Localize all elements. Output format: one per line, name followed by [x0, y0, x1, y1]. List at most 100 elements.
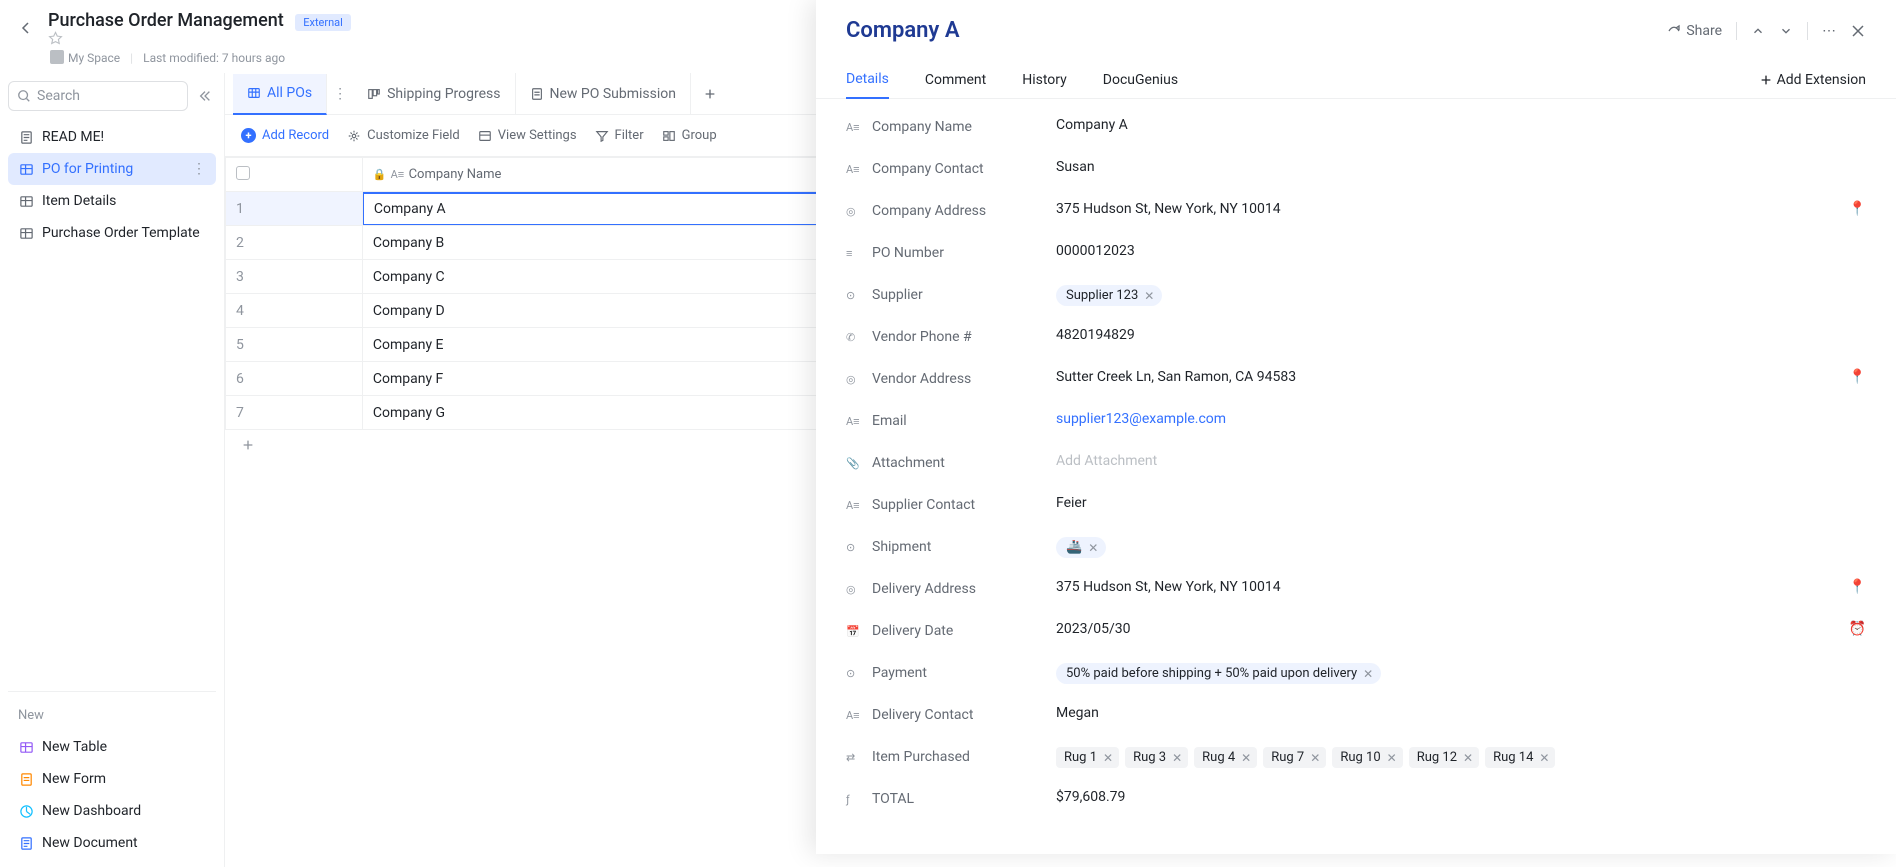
row-number[interactable]: 6: [226, 362, 363, 396]
row-number[interactable]: 4: [226, 294, 363, 328]
panel-tab-docugenius[interactable]: DocuGenius: [1103, 62, 1178, 98]
sidebar-item-po-template[interactable]: Purchase Order Template: [8, 217, 216, 249]
field-value-delivery-address[interactable]: 375 Hudson St, New York, NY 10014📍: [1056, 579, 1866, 595]
panel-tab-details[interactable]: Details: [846, 61, 889, 99]
tag-item[interactable]: Rug 1✕: [1056, 747, 1119, 768]
field-label: Email: [872, 413, 907, 429]
kanban-icon: [367, 87, 381, 101]
customize-field-button[interactable]: Customize Field: [347, 128, 460, 143]
field-label: TOTAL: [872, 791, 914, 807]
prev-record-button[interactable]: [1751, 24, 1765, 38]
filter-button[interactable]: Filter: [595, 128, 644, 143]
field-value-payment[interactable]: 50% paid before shipping + 50% paid upon…: [1056, 663, 1866, 684]
field-value-company-contact[interactable]: Susan: [1056, 159, 1866, 175]
field-value-vendor-address[interactable]: Sutter Creek Ln, San Ramon, CA 94583📍: [1056, 369, 1866, 385]
last-modified: Last modified: 7 hours ago: [143, 51, 285, 65]
field-value-po-number[interactable]: 0000012023: [1056, 243, 1866, 259]
field-value-items[interactable]: Rug 1✕ Rug 3✕ Rug 4✕ Rug 7✕ Rug 10✕ Rug 12✕ Ru…: [1056, 747, 1866, 768]
form-icon: [18, 771, 34, 787]
add-record-button[interactable]: + Add Record: [241, 128, 329, 143]
remove-tag-icon[interactable]: ✕: [1172, 751, 1182, 765]
tab-shipping-progress[interactable]: Shipping Progress: [353, 73, 515, 114]
tag-shipment[interactable]: 🚢✕: [1056, 537, 1106, 558]
remove-tag-icon[interactable]: ✕: [1539, 751, 1549, 765]
share-button[interactable]: Share: [1666, 23, 1722, 39]
view-settings-button[interactable]: View Settings: [478, 128, 577, 143]
field-value-total: $79,608.79: [1056, 789, 1866, 805]
field-label: Vendor Address: [872, 371, 971, 387]
search-input[interactable]: Search: [8, 81, 188, 111]
remove-tag-icon[interactable]: ✕: [1387, 751, 1397, 765]
tab-all-pos[interactable]: All POs: [233, 74, 327, 115]
collapse-sidebar-button[interactable]: [194, 85, 216, 107]
tag-item[interactable]: Rug 12✕: [1409, 747, 1479, 768]
tag-supplier[interactable]: Supplier 123✕: [1056, 285, 1162, 306]
row-number[interactable]: 5: [226, 328, 363, 362]
sidebar-item-readme[interactable]: READ ME!: [8, 121, 216, 153]
add-extension-button[interactable]: Add Extension: [1759, 62, 1866, 98]
field-value-email[interactable]: supplier123@example.com: [1056, 411, 1866, 427]
location-pin-icon[interactable]: 📍: [1849, 201, 1866, 217]
panel-tab-comment[interactable]: Comment: [925, 62, 986, 98]
more-icon[interactable]: ⋮: [192, 161, 206, 177]
field-label: Company Address: [872, 203, 986, 219]
sidebar-item-po-printing[interactable]: PO for Printing ⋮: [8, 153, 216, 185]
remove-tag-icon[interactable]: ✕: [1144, 289, 1154, 303]
remove-tag-icon[interactable]: ✕: [1103, 751, 1113, 765]
tag-item[interactable]: Rug 14✕: [1485, 747, 1555, 768]
tag-item[interactable]: Rug 4✕: [1194, 747, 1257, 768]
field-value-attachment[interactable]: Add Attachment: [1056, 453, 1866, 469]
row-number[interactable]: 7: [226, 396, 363, 430]
space-name[interactable]: My Space: [50, 50, 120, 65]
plus-circle-icon: +: [241, 128, 256, 143]
remove-tag-icon[interactable]: ✕: [1363, 667, 1373, 681]
field-value-company-name[interactable]: Company A: [1056, 117, 1866, 133]
new-dashboard-button[interactable]: New Dashboard: [8, 795, 216, 827]
alarm-icon[interactable]: ⏰: [1849, 621, 1866, 637]
remove-tag-icon[interactable]: ✕: [1241, 751, 1251, 765]
close-panel-button[interactable]: [1850, 23, 1866, 39]
field-value-delivery-contact[interactable]: Megan: [1056, 705, 1866, 721]
folder-icon: [50, 50, 64, 64]
tab-new-po-submission[interactable]: New PO Submission: [516, 73, 692, 114]
add-tab-button[interactable]: [691, 87, 729, 101]
location-pin-icon[interactable]: 📍: [1849, 579, 1866, 595]
field-value-shipment[interactable]: 🚢✕: [1056, 537, 1866, 558]
new-form-button[interactable]: New Form: [8, 763, 216, 795]
tag-payment[interactable]: 50% paid before shipping + 50% paid upon…: [1056, 663, 1381, 684]
more-actions-button[interactable]: ⋯: [1822, 23, 1836, 39]
field-value-delivery-date[interactable]: 2023/05/30⏰: [1056, 621, 1866, 637]
panel-tab-history[interactable]: History: [1022, 62, 1067, 98]
sidebar-item-label: PO for Printing: [42, 161, 133, 177]
group-button[interactable]: Group: [662, 128, 717, 143]
row-number[interactable]: 2: [226, 226, 363, 260]
remove-tag-icon[interactable]: ✕: [1310, 751, 1320, 765]
next-record-button[interactable]: [1779, 24, 1793, 38]
tag-item[interactable]: Rug 3✕: [1125, 747, 1188, 768]
remove-tag-icon[interactable]: ✕: [1463, 751, 1473, 765]
sidebar-item-item-details[interactable]: Item Details: [8, 185, 216, 217]
field-value-supplier-contact[interactable]: Feier: [1056, 495, 1866, 511]
field-value-vendor-phone[interactable]: 4820194829: [1056, 327, 1866, 343]
field-label: Supplier: [872, 287, 923, 303]
field-label: Company Contact: [872, 161, 984, 177]
favorite-star-icon[interactable]: [48, 31, 359, 46]
remove-tag-icon[interactable]: ✕: [1088, 541, 1098, 555]
field-label: Vendor Phone #: [872, 329, 972, 345]
new-table-button[interactable]: New Table: [8, 731, 216, 763]
field-value-company-address[interactable]: 375 Hudson St, New York, NY 10014📍: [1056, 201, 1866, 217]
select-field-icon: ⊙: [846, 289, 860, 302]
tag-item[interactable]: Rug 7✕: [1263, 747, 1326, 768]
location-pin-icon[interactable]: 📍: [1849, 369, 1866, 385]
back-button[interactable]: [12, 14, 40, 42]
field-value-supplier[interactable]: Supplier 123✕: [1056, 285, 1866, 306]
new-document-button[interactable]: New Document: [8, 827, 216, 859]
tag-item[interactable]: Rug 10✕: [1332, 747, 1402, 768]
panel-title[interactable]: Company A: [846, 18, 960, 43]
row-number[interactable]: 1: [226, 192, 363, 226]
tab-more-icon[interactable]: ⋮: [327, 86, 353, 102]
row-number[interactable]: 3: [226, 260, 363, 294]
select-field-icon: ⊙: [846, 667, 860, 680]
select-all-checkbox[interactable]: [226, 158, 363, 192]
text-field-icon: A≡: [846, 121, 860, 134]
